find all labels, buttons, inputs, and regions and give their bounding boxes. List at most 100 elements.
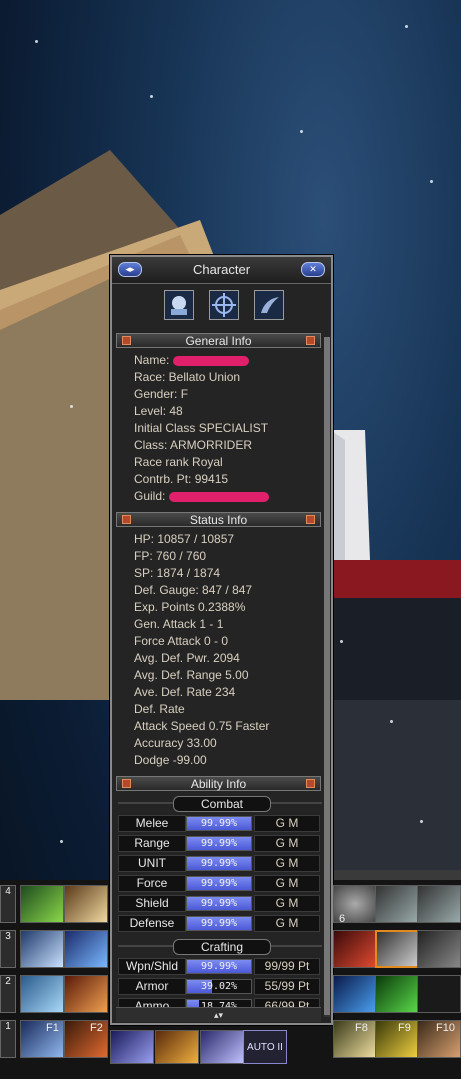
resize-arrows-icon[interactable]: ▴▾ — [214, 1010, 223, 1020]
status-line: Def. Rate — [134, 702, 185, 716]
skill-slot-shell-icon[interactable] — [64, 885, 108, 923]
ability-grade: G M — [254, 915, 320, 932]
ability-percent: 99.99% — [200, 961, 238, 972]
ability-grade: G M — [254, 835, 320, 852]
hotbar-row-number[interactable]: 3 — [0, 930, 16, 968]
ability-grade: 99/99 Pt — [254, 958, 320, 975]
skill-slot-sparkle-icon[interactable] — [375, 1020, 419, 1058]
ability-name: Force — [118, 875, 186, 892]
auto-skill-button[interactable]: AUTO II — [243, 1030, 287, 1064]
ability-name: Shield — [118, 895, 186, 912]
character-window: ◂▸ Character ✕ General Info Name: Race: … — [110, 255, 333, 1025]
window-scrollbar[interactable] — [324, 337, 330, 1017]
skill-slot-green-burst-icon[interactable] — [20, 885, 64, 923]
item-slot-potion-icon[interactable] — [375, 885, 419, 923]
item-slot-red-ammo-icon[interactable] — [333, 930, 377, 968]
skill-slot-fire-icon[interactable] — [64, 975, 108, 1013]
ability-grade: G M — [254, 895, 320, 912]
guild-field: Guild: — [134, 488, 269, 505]
crafting-subheader: Crafting — [118, 939, 322, 955]
status-line: HP: 10857 / 10857 — [134, 532, 235, 546]
ability-name: UNIT — [118, 855, 186, 872]
status-line: Exp. Points 0.2388% — [134, 600, 246, 614]
ability-name: Defense — [118, 915, 186, 932]
race-field: Race: Bellato Union — [134, 370, 241, 384]
status-line: Avg. Def. Range 5.00 — [134, 668, 249, 682]
ability-percent: 99.99% — [200, 818, 238, 829]
ability-progress-bar: 99.99% — [186, 836, 252, 851]
item-slot-hammer-icon[interactable] — [417, 930, 461, 968]
close-icon[interactable]: ✕ — [301, 262, 325, 277]
window-title: Character — [192, 262, 251, 277]
status-line: Force Attack 0 - 0 — [134, 634, 229, 648]
ability-name: Melee — [118, 815, 186, 832]
item-slot-green-ammo-icon[interactable] — [375, 975, 419, 1013]
skill-slot-person-icon[interactable] — [20, 975, 64, 1013]
ability-row: Range 99.99% G M — [118, 835, 320, 852]
fkey-label: F10 — [436, 1022, 455, 1034]
race-rank-field: Race rank Royal — [134, 455, 223, 469]
level-field: Level: 48 — [134, 404, 183, 418]
general-info-list: Name: Race: Bellato Union Gender: F Leve… — [134, 352, 269, 505]
ability-progress-bar: 99.99% — [186, 816, 252, 831]
status-line: Ave. Def. Rate 234 — [134, 685, 236, 699]
ability-grade: 55/99 Pt — [254, 978, 320, 995]
hotbar-row-number[interactable]: 2 — [0, 975, 16, 1013]
ability-percent: 39.02% — [200, 981, 238, 992]
ability-percent: 99.99% — [200, 858, 238, 869]
ability-row: Melee 99.99% G M — [118, 815, 320, 832]
redacted-guild — [168, 491, 269, 502]
ability-name: Wpn/Shld — [118, 958, 186, 975]
item-slot-blue-ammo-icon[interactable] — [333, 975, 377, 1013]
resize-handle[interactable]: ▴▾ — [116, 1007, 321, 1022]
status-line: FP: 760 / 760 — [134, 549, 207, 563]
item-slot-selected-ammo-icon[interactable] — [375, 930, 419, 968]
status-line: Dodge -99.00 — [134, 753, 207, 767]
status-line: Avg. Def. Pwr. 2094 — [134, 651, 240, 665]
ability-name: Armor — [118, 978, 186, 995]
ability-name: Range — [118, 835, 186, 852]
skill-slot-strike-icon[interactable] — [200, 1030, 244, 1064]
ability-percent: 99.99% — [200, 838, 238, 849]
skill-slot-swirl-icon[interactable] — [20, 930, 64, 968]
ability-progress-bar: 99.99% — [186, 916, 252, 931]
general-info-header[interactable]: General Info — [116, 333, 321, 348]
ability-percent: 99.99% — [200, 918, 238, 929]
ability-row: Armor 39.02% 55/99 Pt — [118, 978, 320, 995]
ability-grade: G M — [254, 815, 320, 832]
item-slot-empty[interactable] — [417, 975, 461, 1013]
ability-row: Wpn/Shld 99.99% 99/99 Pt — [118, 958, 320, 975]
skill-slot-blast-icon[interactable] — [155, 1030, 199, 1064]
contrb-pt-field: Contrb. Pt: 99415 — [134, 472, 229, 486]
ability-progress-bar: 99.99% — [186, 856, 252, 871]
ability-row: Force 99.99% G M — [118, 875, 320, 892]
hotbar-row-number[interactable]: 1 — [0, 1020, 16, 1058]
crosshair-icon[interactable] — [209, 290, 239, 320]
initial-class-field: Initial Class SPECIALIST — [134, 421, 269, 435]
ability-percent: 99.99% — [200, 898, 238, 909]
claw-icon[interactable] — [254, 290, 284, 320]
skill-slot-blade-icon[interactable] — [64, 930, 108, 968]
gender-field: Gender: F — [134, 387, 189, 401]
class-field: Class: ARMORRIDER — [134, 438, 253, 452]
ability-progress-bar: 99.99% — [186, 959, 252, 974]
redacted-name — [172, 355, 249, 366]
scrollbar-thumb[interactable] — [324, 337, 330, 1015]
ability-grade: G M — [254, 855, 320, 872]
status-line: Def. Gauge: 847 / 847 — [134, 583, 253, 597]
item-slot-potion-icon[interactable] — [417, 885, 461, 923]
status-line: Accuracy 33.00 — [134, 736, 217, 750]
ability-progress-bar: 99.99% — [186, 896, 252, 911]
window-titlebar[interactable]: ◂▸ Character ✕ — [112, 257, 331, 284]
character-icon[interactable] — [164, 290, 194, 320]
ability-percent: 99.99% — [200, 878, 238, 889]
hotbar-row-number[interactable]: 4 — [0, 885, 16, 923]
combat-subheader: Combat — [118, 796, 322, 812]
ability-progress-bar: 99.99% — [186, 876, 252, 891]
ability-row: UNIT 99.99% G M — [118, 855, 320, 872]
status-info-header[interactable]: Status Info — [116, 512, 321, 527]
ability-info-header[interactable]: Ability Info — [116, 776, 321, 791]
status-line: Gen. Attack 1 - 1 — [134, 617, 224, 631]
ability-row: Defense 99.99% G M — [118, 915, 320, 932]
skill-slot-spark-icon[interactable] — [110, 1030, 154, 1064]
